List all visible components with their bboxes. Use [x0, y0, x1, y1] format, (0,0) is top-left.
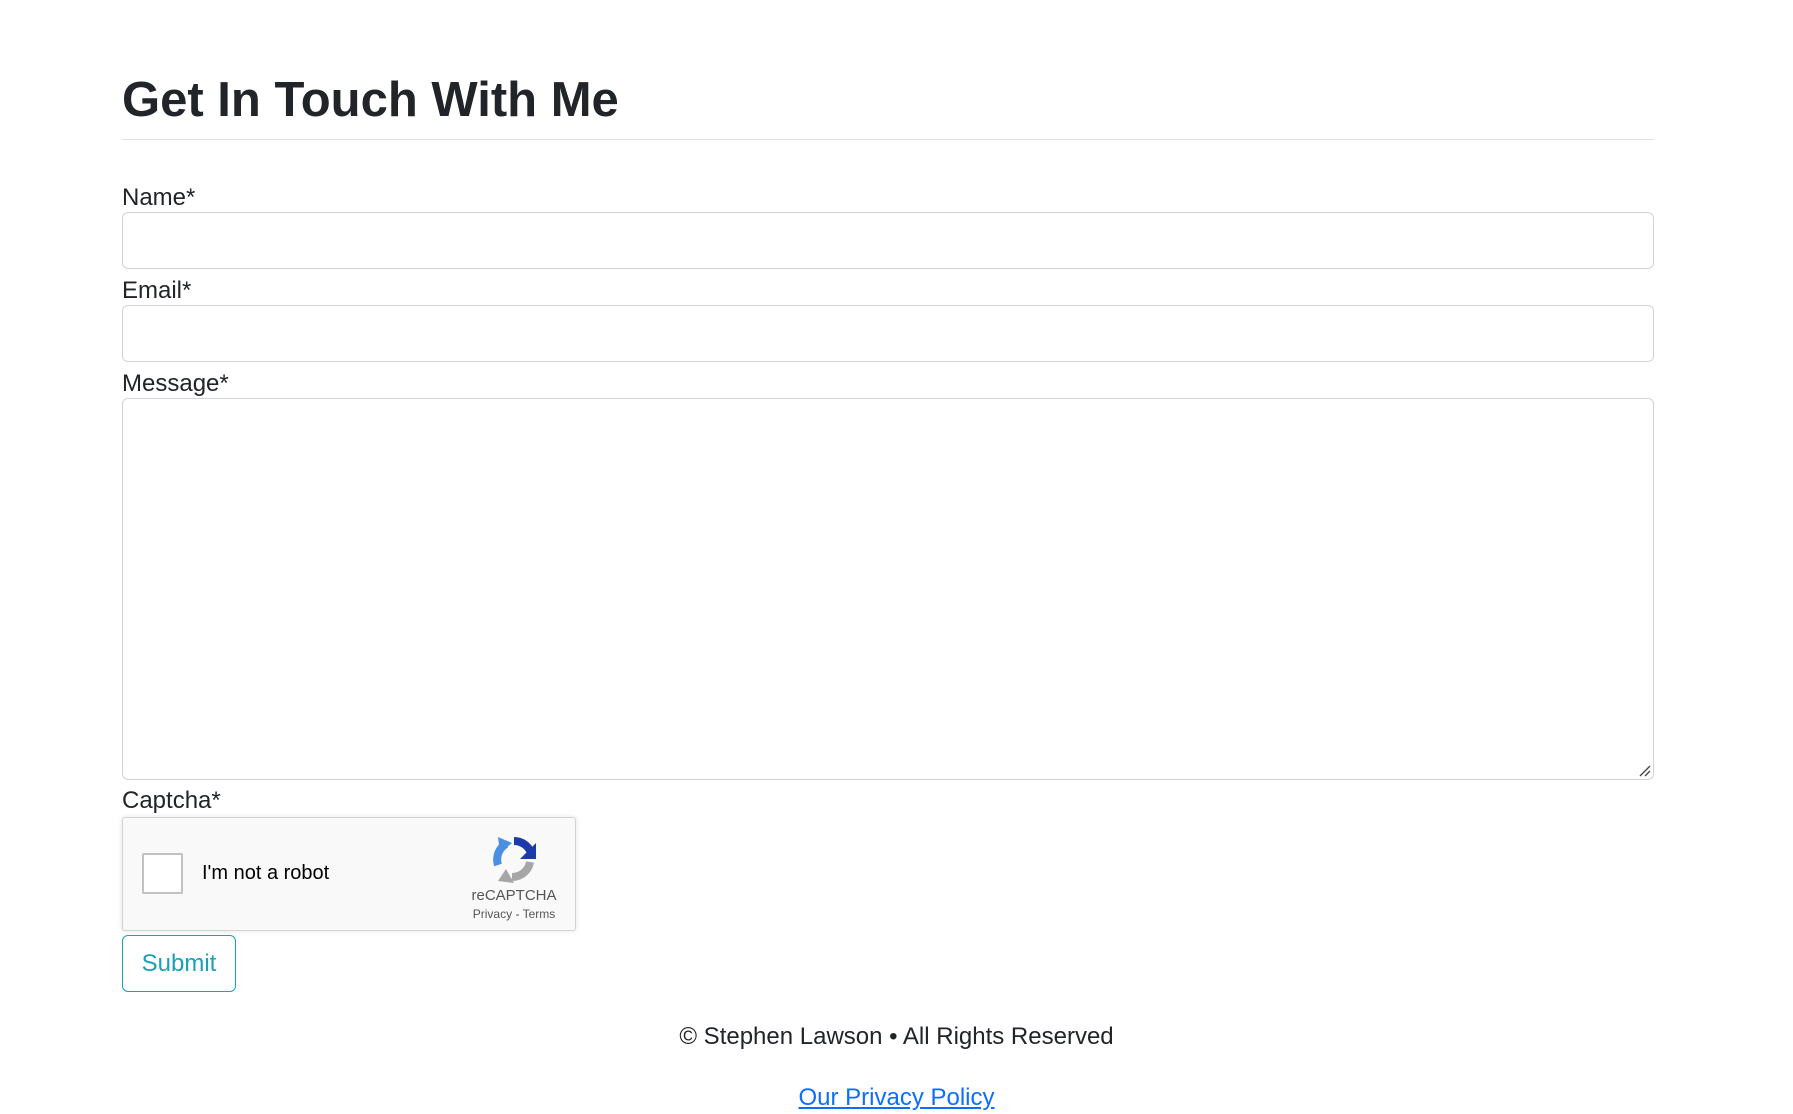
email-label: Email*	[122, 277, 192, 304]
captcha-label: Captcha*	[122, 787, 221, 814]
recaptcha-logo-icon	[493, 836, 536, 883]
recaptcha-links: Privacy - Terms	[433, 906, 595, 922]
recaptcha-link-separator: -	[512, 907, 523, 921]
name-input[interactable]	[122, 212, 1654, 269]
privacy-policy-link[interactable]: Our Privacy Policy	[798, 1084, 994, 1111]
footer-privacy: Our Privacy Policy	[0, 1082, 1793, 1114]
page-title: Get In Touch With Me	[122, 73, 619, 127]
email-input[interactable]	[122, 305, 1654, 362]
recaptcha-privacy-link[interactable]: Privacy	[473, 907, 512, 921]
footer-copyright: © Stephen Lawson • All Rights Reserved	[679, 1023, 1114, 1050]
message-field-wrapper	[122, 398, 1654, 780]
message-label: Message*	[122, 370, 229, 397]
recaptcha-terms-link[interactable]: Terms	[523, 907, 556, 921]
resize-handle-icon[interactable]	[1637, 763, 1651, 777]
recaptcha-checkbox[interactable]	[142, 853, 183, 894]
title-divider	[122, 139, 1654, 140]
recaptcha-widget: I'm not a robot reCAPTCHA Privacy - Term…	[122, 817, 576, 931]
submit-button[interactable]: Submit	[122, 935, 236, 992]
name-label: Name*	[122, 184, 196, 211]
recaptcha-brand: reCAPTCHA	[471, 887, 557, 904]
message-textarea[interactable]	[122, 398, 1654, 780]
recaptcha-label: I'm not a robot	[202, 862, 330, 884]
